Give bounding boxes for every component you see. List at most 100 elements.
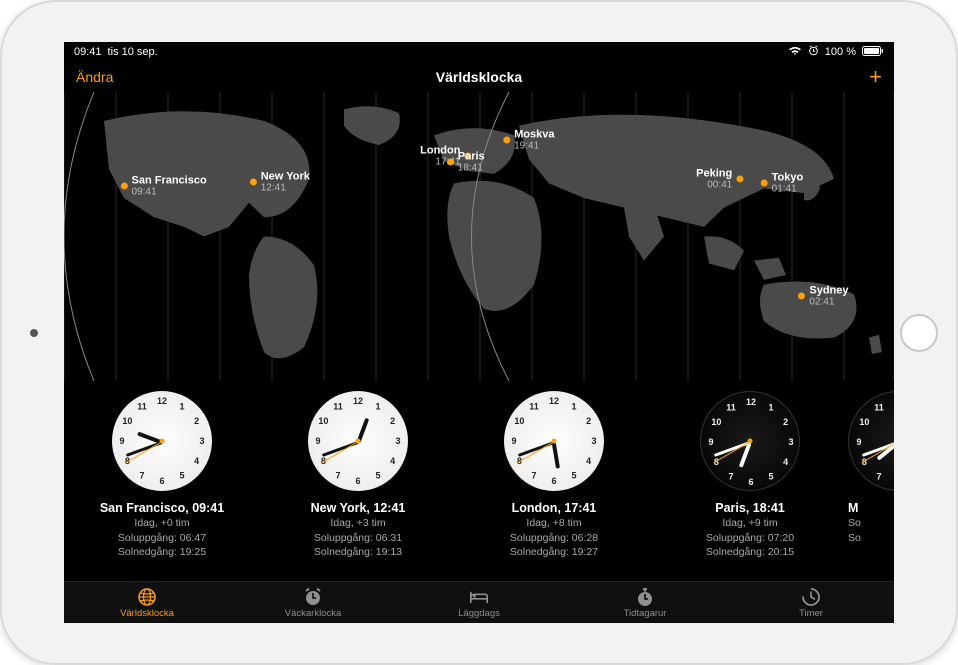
- clock-center-pin: [160, 439, 165, 444]
- clock-numeral: 3: [591, 436, 596, 446]
- clock-numeral: 10: [711, 417, 721, 427]
- city-time: 01:41: [772, 184, 804, 195]
- clock-numeral: 5: [179, 471, 184, 481]
- clock-city-time: London, 17:41: [512, 501, 597, 515]
- map-dot-icon: [761, 180, 768, 187]
- clock-numeral: 7: [876, 472, 881, 482]
- clock-card[interactable]: 123456789101112New York, 12:41Idag, +3 t…: [260, 391, 456, 573]
- clock-numeral: 7: [728, 472, 733, 482]
- map-city-marker[interactable]: New York12:41: [250, 170, 310, 193]
- map-svg: [64, 92, 894, 381]
- world-map[interactable]: San Francisco09:41New York12:41London17:…: [64, 92, 894, 381]
- clock-numeral: 9: [511, 436, 516, 446]
- map-city-marker[interactable]: Sydney02:41: [798, 284, 848, 307]
- clock-numeral: 12: [746, 397, 756, 407]
- city-name: Sydney: [809, 284, 848, 296]
- clock-numeral: 1: [768, 402, 773, 412]
- city-time: 00:41: [696, 179, 732, 190]
- edit-button[interactable]: Ändra: [76, 69, 113, 85]
- map-dot-icon: [503, 136, 510, 143]
- clock-sunset: So: [848, 531, 861, 546]
- clock-numeral: 1: [571, 401, 576, 411]
- clock-face: 123456789101112: [308, 391, 408, 491]
- map-dot-icon: [736, 175, 743, 182]
- city-time: 19:41: [514, 140, 554, 151]
- clock-sunrise: So: [848, 516, 861, 531]
- clock-city-time: New York, 12:41: [311, 501, 406, 515]
- clock-numeral: 12: [549, 396, 559, 406]
- status-bar: 09:41 tis 10 sep. 100 %: [64, 42, 894, 62]
- add-city-button[interactable]: +: [869, 66, 882, 88]
- clock-numeral: 7: [335, 471, 340, 481]
- home-button[interactable]: [900, 314, 938, 352]
- city-name: Paris: [458, 150, 485, 162]
- tab-stopwatch[interactable]: Tidtagarur: [562, 582, 728, 623]
- clock-face: 123456789101112: [848, 391, 894, 491]
- clock-numeral: 7: [531, 471, 536, 481]
- clock-offset: Idag, +0 tim: [134, 516, 189, 531]
- clock-numeral: 12: [157, 396, 167, 406]
- clock-numeral: 2: [783, 417, 788, 427]
- clock-row[interactable]: 123456789101112San Francisco, 09:41Idag,…: [64, 381, 894, 581]
- clock-card[interactable]: 123456789101112London, 17:41Idag, +8 tim…: [456, 391, 652, 573]
- clock-center-pin: [356, 439, 361, 444]
- clock-numeral: 4: [586, 456, 591, 466]
- city-name: Peking: [696, 167, 732, 179]
- clock-numeral: 11: [333, 401, 343, 411]
- clock-face: 123456789101112: [700, 391, 800, 491]
- alarm-icon: [303, 587, 323, 607]
- timer-icon: [801, 587, 821, 607]
- map-city-marker[interactable]: San Francisco09:41: [120, 174, 206, 197]
- clock-numeral: 9: [856, 437, 861, 447]
- clock-city-time: M: [848, 501, 858, 515]
- tab-label: Läggdags: [458, 608, 500, 619]
- map-city-marker[interactable]: Tokyo01:41: [761, 171, 804, 194]
- stopwatch-icon: [635, 587, 655, 607]
- city-name: Tokyo: [772, 171, 804, 183]
- clock-card[interactable]: 123456789101112San Francisco, 09:41Idag,…: [64, 391, 260, 573]
- tab-label: Tidtagarur: [624, 608, 667, 619]
- clock-numeral: 10: [318, 416, 328, 426]
- clock-numeral: 1: [179, 401, 184, 411]
- map-city-marker[interactable]: Moskva19:41: [503, 128, 554, 151]
- clock-sunrise: Soluppgång: 06:31: [314, 531, 402, 546]
- city-time: 18:41: [458, 162, 485, 173]
- clock-center-pin: [748, 439, 753, 444]
- map-dot-icon: [798, 292, 805, 299]
- clock-offset: Idag, +8 tim: [526, 516, 581, 531]
- city-time: 09:41: [131, 186, 206, 197]
- clock-numeral: 4: [194, 456, 199, 466]
- clock-face: 123456789101112: [504, 391, 604, 491]
- clock-offset: Idag, +9 tim: [722, 516, 777, 531]
- clock-sunset: Solnedgång: 19:27: [510, 545, 598, 560]
- globe-icon: [137, 587, 157, 607]
- clock-numeral: 11: [529, 401, 539, 411]
- clock-numeral: 2: [390, 416, 395, 426]
- status-date: tis 10 sep.: [108, 46, 158, 58]
- wifi-icon: [788, 46, 802, 59]
- map-city-marker[interactable]: Peking00:41: [696, 167, 743, 190]
- tab-bedtime[interactable]: Läggdags: [396, 582, 562, 623]
- clock-sunset: Solnedgång: 19:13: [314, 545, 402, 560]
- clock-numeral: 12: [353, 396, 363, 406]
- tab-label: Världsklocka: [120, 608, 174, 619]
- tab-bar: Världsklocka Väckarklocka Läggdags Tidtagar…: [64, 581, 894, 623]
- front-camera: [30, 329, 38, 337]
- clock-sunrise: Soluppgång: 06:28: [510, 531, 598, 546]
- clock-numeral: 10: [514, 416, 524, 426]
- clock-card[interactable]: 123456789101112MSoSo: [848, 391, 894, 573]
- clock-numeral: 4: [390, 456, 395, 466]
- clock-numeral: 5: [375, 471, 380, 481]
- status-time: 09:41: [74, 46, 102, 58]
- tab-timer[interactable]: Timer: [728, 582, 894, 623]
- clock-numeral: 11: [874, 402, 884, 412]
- map-city-marker[interactable]: Paris18:41: [447, 150, 485, 173]
- tab-alarm[interactable]: Väckarklocka: [230, 582, 396, 623]
- clock-card[interactable]: 123456789101112Paris, 18:41Idag, +9 timS…: [652, 391, 848, 573]
- clock-numeral: 3: [395, 436, 400, 446]
- map-dot-icon: [250, 178, 257, 185]
- clock-face: 123456789101112: [112, 391, 212, 491]
- clock-city-time: Paris, 18:41: [715, 501, 785, 515]
- tab-world[interactable]: Världsklocka: [64, 582, 230, 623]
- clock-numeral: 5: [768, 472, 773, 482]
